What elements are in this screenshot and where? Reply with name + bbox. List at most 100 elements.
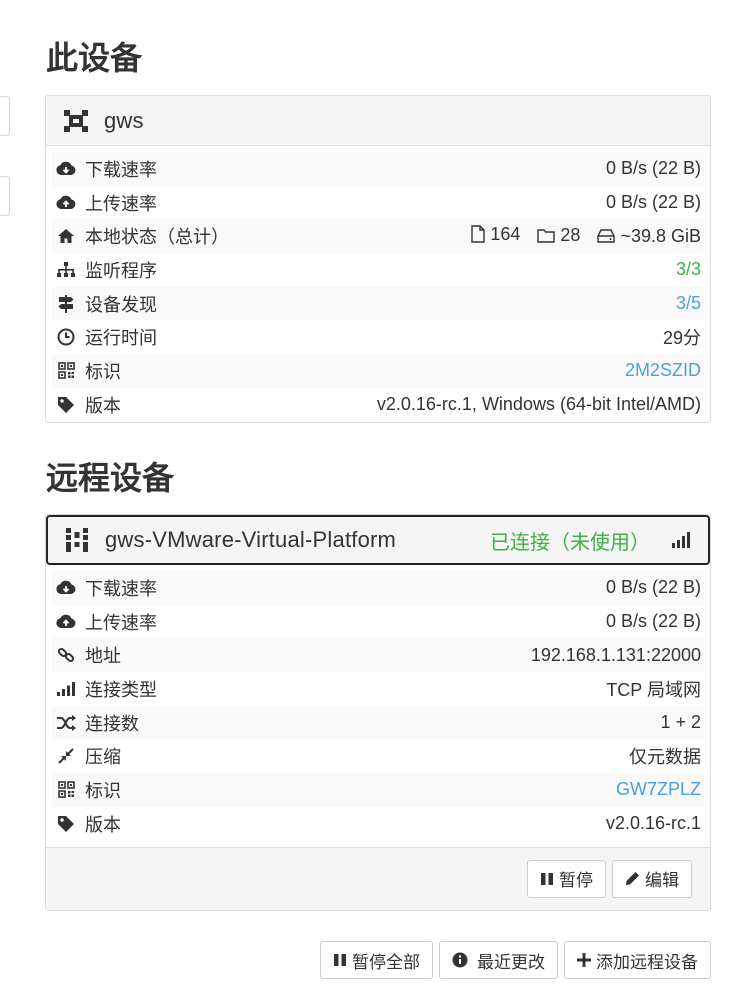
row-label: 版本 (85, 814, 121, 835)
row-id: 标识 GW7ZPLZ (52, 773, 704, 807)
sitemap-icon (56, 260, 76, 280)
row-label: 标识 (85, 361, 121, 382)
hdd-icon (597, 229, 616, 244)
pause-all-label: 暂停全部 (352, 952, 420, 972)
row-version: 版本 v2.0.16-rc.1, Windows (64-bit Intel/A… (52, 388, 704, 422)
tag-icon (56, 814, 76, 834)
row-label: 下载速率 (85, 578, 157, 599)
folders-count: 28 (560, 225, 581, 246)
file-icon (471, 225, 486, 244)
row-label: 连接类型 (85, 679, 157, 700)
connection-status: 已连接（未使用） (490, 531, 650, 554)
row-discovery: 设备发现 3/5 (52, 286, 704, 321)
cropped-left-input (0, 176, 10, 216)
row-label: 运行时间 (85, 328, 157, 349)
row-value: v2.0.16-rc.1, Windows (64-bit Intel/AMD) (376, 394, 701, 415)
row-label: 本地状态（总计） (85, 227, 229, 248)
qrcode-icon (56, 361, 76, 381)
this-device-table: 下载速率 0 B/s (22 B) 上传速率 0 B/s (22 B) 本地状态… (46, 146, 710, 422)
clock-icon (56, 327, 76, 347)
remote-device-table: 下载速率 0 B/s (22 B) 上传速率 0 B/s (22 B) 地址 1… (46, 565, 710, 841)
row-connection-count: 连接数 1 + 2 (52, 705, 704, 740)
pencil-icon (626, 872, 639, 885)
row-label: 监听程序 (85, 260, 157, 281)
row-label: 上传速率 (85, 612, 157, 633)
info-icon (452, 952, 468, 968)
row-download: 下载速率 0 B/s (22 B) (52, 152, 704, 186)
this-device-panel: gws 下载速率 0 B/s (22 B) 上传速率 0 B/s (22 B) … (45, 95, 711, 423)
row-download: 下载速率 0 B/s (22 B) (52, 571, 704, 605)
recent-changes-label: 最近更改 (477, 952, 545, 972)
files-stat: 164 (471, 224, 520, 245)
this-device-name: gws (104, 107, 144, 133)
size-value: ~39.8 GiB (620, 225, 701, 246)
row-label: 地址 (85, 646, 121, 667)
cloud-upload-icon (56, 193, 76, 213)
row-value: 仅元数据 (629, 747, 701, 768)
folder-icon (537, 229, 556, 244)
listeners-value[interactable]: 3/3 (676, 259, 701, 280)
device-identicon-icon (64, 527, 90, 553)
pause-button[interactable]: 暂停 (527, 859, 606, 898)
cropped-left-panel (0, 96, 10, 136)
row-label: 连接数 (85, 713, 139, 734)
remote-device-panel: gws-VMware-Virtual-Platform 已连接（未使用） 下载速… (45, 514, 711, 911)
row-label: 设备发现 (85, 294, 157, 315)
row-value: 192.168.1.131:22000 (530, 644, 701, 665)
row-compression: 压缩 仅元数据 (52, 739, 704, 773)
remote-devices-title: 远程设备 (46, 460, 175, 496)
desktop-qr-icon (63, 108, 89, 134)
row-label: 下载速率 (85, 159, 157, 180)
row-label: 版本 (85, 395, 121, 416)
files-count: 164 (490, 223, 521, 244)
row-value: TCP 局域网 (606, 679, 701, 700)
link-icon (56, 645, 76, 665)
add-remote-device-button[interactable]: 添加远程设备 (564, 941, 711, 979)
local-state-values: 164 28 ~39.8 GiB (459, 224, 701, 249)
tag-icon (56, 395, 76, 415)
row-value: 29分 (662, 328, 701, 349)
remote-device-heading[interactable]: gws-VMware-Virtual-Platform 已连接（未使用） (46, 515, 710, 565)
qrcode-icon (56, 780, 76, 800)
home-icon (56, 226, 76, 246)
bottom-button-bar: 暂停全部 最近更改 添加远程设备 (314, 941, 711, 979)
remote-device-id-link[interactable]: GW7ZPLZ (616, 779, 701, 800)
add-remote-device-label: 添加远程设备 (596, 952, 698, 972)
pause-icon (541, 872, 553, 885)
signal-icon (56, 679, 76, 699)
pause-all-button[interactable]: 暂停全部 (320, 941, 433, 979)
row-uptime: 运行时间 29分 (52, 320, 704, 354)
pause-label: 暂停 (559, 871, 593, 890)
folders-stat: 28 (537, 225, 580, 246)
row-label: 压缩 (85, 747, 121, 768)
recent-changes-button[interactable]: 最近更改 (439, 941, 558, 979)
this-device-title: 此设备 (46, 40, 143, 76)
row-address: 地址 192.168.1.131:22000 (52, 638, 704, 673)
edit-button[interactable]: 编辑 (612, 859, 692, 898)
row-upload: 上传速率 0 B/s (22 B) (52, 186, 704, 220)
this-device-heading[interactable]: gws (46, 96, 710, 146)
device-id-link[interactable]: 2M2SZID (625, 360, 701, 381)
pause-icon (334, 954, 346, 966)
signpost-icon (56, 294, 76, 314)
row-local-state: 本地状态（总计） 164 28 ~39.8 GiB (52, 219, 704, 254)
row-value: 0 B/s (22 B) (605, 192, 701, 213)
row-value: 0 B/s (22 B) (605, 577, 701, 598)
edit-label: 编辑 (645, 871, 679, 890)
compress-icon (56, 746, 76, 766)
discovery-value[interactable]: 3/5 (676, 293, 701, 314)
cloud-download-icon (56, 159, 76, 179)
plus-icon (577, 953, 591, 967)
remote-device-name: gws-VMware-Virtual-Platform (105, 527, 397, 552)
remote-device-footer: 暂停 编辑 (46, 846, 710, 910)
row-id: 标识 2M2SZID (52, 354, 704, 388)
row-value: 1 + 2 (660, 712, 701, 733)
cloud-download-icon (56, 578, 76, 598)
shuffle-icon (56, 713, 76, 733)
row-version: 版本 v2.0.16-rc.1 (52, 807, 704, 841)
row-value: 0 B/s (22 B) (605, 611, 701, 632)
row-label: 标识 (85, 780, 121, 801)
row-connection-type: 连接类型 TCP 局域网 (52, 672, 704, 706)
row-label: 上传速率 (85, 193, 157, 214)
row-value: v2.0.16-rc.1 (605, 813, 701, 834)
